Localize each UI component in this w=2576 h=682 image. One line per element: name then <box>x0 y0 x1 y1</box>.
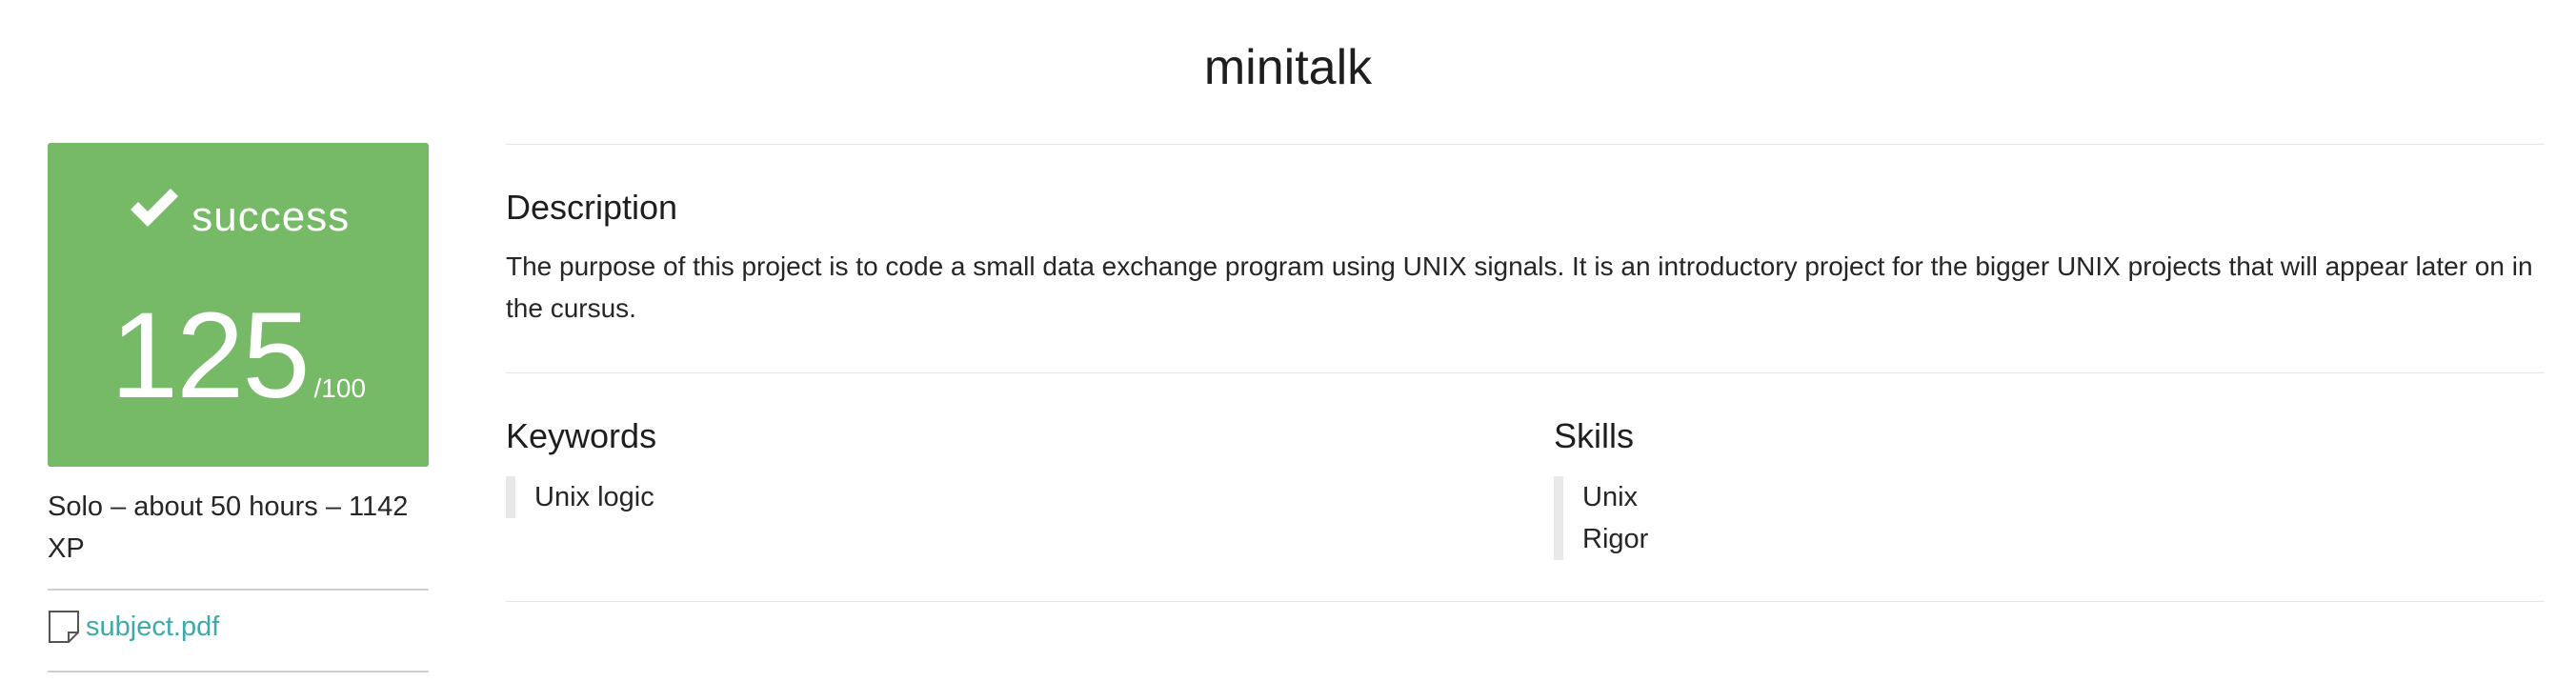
score-row: 125/100 <box>48 295 429 417</box>
project-meta: Solo – about 50 hours – 1142 XP <box>48 491 409 564</box>
divider <box>506 601 2545 602</box>
check-icon <box>127 183 180 232</box>
status-row: success <box>48 189 429 242</box>
subject-pdf-label: subject.pdf <box>86 611 220 642</box>
description-text: The purpose of this project is to code a… <box>506 251 2533 323</box>
divider <box>506 372 2545 373</box>
description-heading: Description <box>506 188 678 227</box>
skills-heading: Skills <box>1554 416 1635 455</box>
skill-item: Rigor <box>1582 524 1649 554</box>
keywords-heading: Keywords <box>506 416 657 455</box>
document-icon <box>48 610 80 644</box>
project-title: minitalk <box>1203 40 1373 95</box>
score-value: 125 <box>110 288 311 424</box>
divider <box>506 144 2545 145</box>
skills-list: Unix Rigor <box>1554 476 1648 560</box>
keyword-item: Unix logic <box>534 482 654 512</box>
score-max: /100 <box>313 373 367 403</box>
divider <box>48 589 429 591</box>
subject-pdf-link[interactable]: subject.pdf <box>48 610 219 644</box>
divider <box>48 671 429 672</box>
keywords-list: Unix logic <box>506 476 654 518</box>
status-label: success <box>191 193 351 240</box>
result-card: success 125/100 <box>48 143 429 467</box>
skill-item: Unix <box>1582 482 1639 512</box>
